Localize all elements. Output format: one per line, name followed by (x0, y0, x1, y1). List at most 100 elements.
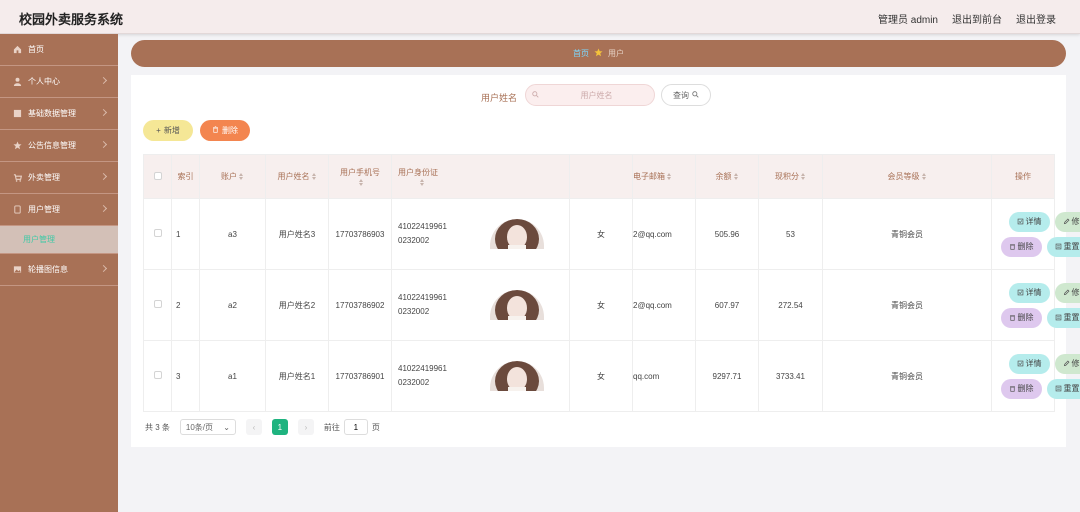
page-size-select[interactable]: 10条/页 ⌄ (179, 419, 236, 435)
sidebar-item-label: 外卖管理 (28, 173, 60, 182)
logout-link[interactable]: 退出登录 (1016, 11, 1056, 26)
row-checkbox[interactable] (153, 229, 162, 237)
table-header-row: 索引 账户 用户姓名 用户手机号 用户身份证 电子邮箱 余额 现积分 会员等级 … (143, 154, 1055, 199)
table-row: 1 a3 用户姓名3 17703786903 41022419961 0232002 女 2… (143, 198, 1080, 270)
search-button-label: 查询 (673, 90, 689, 100)
next-page-button[interactable]: › (297, 419, 314, 435)
edit-button[interactable]: 修改 (1054, 282, 1080, 303)
top-bar: 校园外卖服务系统 管理员 admin 退出到前台 退出登录 (0, 0, 1080, 34)
goto-page-input[interactable] (343, 419, 368, 435)
header-level[interactable]: 会员等级 (822, 154, 992, 199)
search-input[interactable] (539, 90, 654, 100)
star-icon (594, 48, 603, 59)
sidebar-item-label: 用户管理 (28, 205, 60, 214)
detail-button[interactable]: 详情 (1008, 211, 1050, 232)
sidebar-item-label: 个人中心 (28, 77, 60, 86)
trash-icon (1009, 385, 1016, 392)
exit-to-front-link[interactable]: 退出到前台 (952, 11, 1002, 26)
sidebar-subitem-user-mgmt[interactable]: 用户管理 (0, 226, 118, 254)
select-all-checkbox[interactable] (153, 171, 162, 180)
sidebar-item-notices[interactable]: 公告信息管理 (0, 130, 118, 162)
select-all-cell (143, 154, 172, 199)
header-balance[interactable]: 余额 (695, 154, 759, 199)
reset-password-button[interactable]: 重置密码 (1046, 307, 1080, 328)
header-label: 用户身份证 (398, 167, 438, 177)
header-ops: 操作 (991, 154, 1055, 199)
cell-points: 272.54 (758, 269, 823, 341)
cell-email: qq.com (632, 340, 696, 412)
row-checkbox[interactable] (153, 300, 162, 308)
search-input-wrapper (525, 84, 655, 106)
cell-ops: 详情 修改删除 重置密码 (991, 269, 1080, 341)
chevron-icon (99, 172, 108, 181)
header-label: 操作 (1015, 172, 1031, 181)
user-table: 索引 账户 用户姓名 用户手机号 用户身份证 电子邮箱 余额 现积分 会员等级 … (143, 154, 1080, 412)
edit-button[interactable]: 修改 (1054, 211, 1080, 232)
sidebar-item-personal-center[interactable]: 个人中心 (0, 66, 118, 98)
cell-email: 2@qq.com (632, 269, 696, 341)
detail-icon (1017, 360, 1024, 367)
row-select-cell (143, 340, 172, 412)
add-button-label: 新增 (163, 126, 180, 135)
reset-button-label: 重置密码 (1063, 242, 1080, 251)
detail-button-label: 详情 (1025, 217, 1042, 226)
header-phone[interactable]: 用户手机号 (328, 154, 392, 199)
detail-button[interactable]: 详情 (1008, 282, 1050, 303)
cell-index: 3 (171, 340, 200, 412)
sidebar-item-takeout[interactable]: 外卖管理 (0, 162, 118, 194)
reset-password-button[interactable]: 重置密码 (1046, 236, 1080, 257)
image-icon (13, 265, 22, 274)
edit-button-label: 修改 (1071, 217, 1080, 226)
page-number-button[interactable]: 1 (271, 419, 288, 435)
search-button[interactable]: 查询 (661, 84, 711, 106)
delete-button[interactable]: 删除 (1000, 236, 1042, 257)
cell-idcard: 41022419961 0232002 (398, 222, 447, 245)
detail-button[interactable]: 详情 (1008, 353, 1050, 374)
cell-idcard-photo: 41022419961 0232002 (391, 340, 570, 412)
sort-icon (311, 173, 317, 181)
cell-idcard-photo: 41022419961 0232002 (391, 198, 570, 270)
sidebar-item-user-mgmt[interactable]: 用户管理 (0, 194, 118, 226)
doc-icon (13, 205, 22, 214)
breadcrumb-home-link[interactable]: 首页 (573, 48, 589, 59)
edit-button[interactable]: 修改 (1054, 353, 1080, 374)
sidebar-item-base-data[interactable]: 基础数据管理 (0, 98, 118, 130)
cell-account: a2 (199, 269, 266, 341)
delete-button-label: 删除 (1017, 384, 1034, 393)
header-points[interactable]: 现积分 (758, 154, 823, 199)
admin-user-label[interactable]: 管理员 admin (878, 11, 938, 26)
add-button[interactable]: + 新增 (143, 120, 193, 141)
batch-delete-button[interactable]: 删除 (200, 120, 250, 141)
header-account[interactable]: 账户 (199, 154, 266, 199)
cell-gender: 女 (569, 198, 633, 270)
main-panel: 用户姓名 查询 + 新增 删除 索引 账户 用户姓名 用户手机号 用户身份证 (131, 75, 1080, 447)
sidebar-item-label: 基础数据管理 (28, 109, 76, 118)
cell-phone: 17703786903 (328, 198, 392, 270)
reset-icon (1055, 314, 1062, 321)
prev-page-button[interactable]: ‹ (245, 419, 262, 435)
row-select-cell (143, 269, 172, 341)
header-idcard[interactable]: 用户身份证 (391, 154, 570, 199)
star-icon (13, 141, 22, 150)
edit-button-label: 修改 (1071, 359, 1080, 368)
sort-icon (921, 173, 927, 181)
header-name[interactable]: 用户姓名 (265, 154, 329, 199)
reset-password-button[interactable]: 重置密码 (1046, 378, 1080, 399)
goto-prefix: 前往 (323, 422, 340, 432)
user-photo (490, 290, 544, 320)
header-email[interactable]: 电子邮箱 (632, 154, 696, 199)
sidebar-item-carousel[interactable]: 轮播图信息 (0, 254, 118, 286)
delete-button[interactable]: 删除 (1000, 307, 1042, 328)
delete-button[interactable]: 删除 (1000, 378, 1042, 399)
header-label: 会员等级 (887, 172, 920, 181)
trash-icon (212, 126, 219, 135)
detail-button-label: 详情 (1025, 359, 1042, 368)
cell-balance: 607.97 (695, 269, 759, 341)
sidebar-item-home[interactable]: 首页 (0, 34, 118, 66)
header-label: 用户手机号 (340, 167, 380, 177)
goto-suffix: 页 (371, 422, 380, 432)
row-checkbox[interactable] (153, 371, 162, 379)
chevron-down-icon: ⌄ (223, 422, 230, 432)
header-gender (569, 154, 633, 199)
cell-balance: 505.96 (695, 198, 759, 270)
